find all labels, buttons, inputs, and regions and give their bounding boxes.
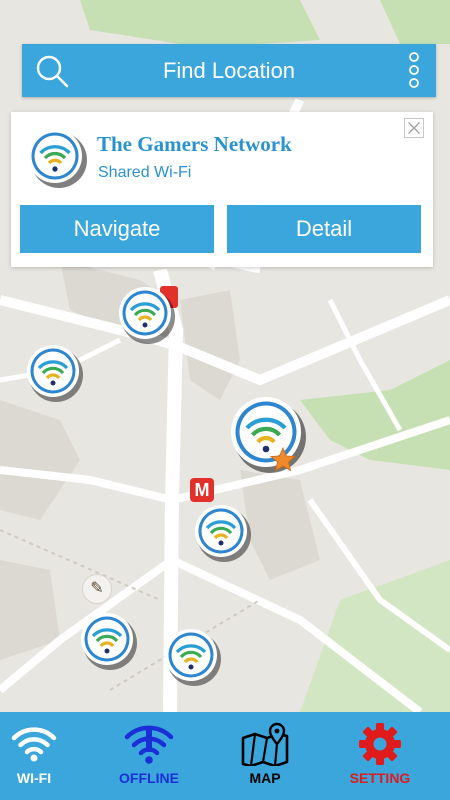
theatre-poi-icon[interactable]: ✎: [82, 574, 112, 604]
navigate-button[interactable]: Navigate: [20, 205, 214, 253]
wifi-network-icon: [28, 129, 87, 188]
nav-item-map[interactable]: MAP: [215, 712, 315, 800]
detail-button[interactable]: Detail: [227, 205, 421, 253]
network-info-popup: The Gamers Network Shared Wi-Fi Navigate…: [11, 112, 433, 267]
metro-poi-icon[interactable]: M: [190, 478, 214, 502]
search-icon[interactable]: [34, 53, 70, 89]
nav-label-offline: OFFLINE: [119, 770, 179, 786]
wifi-marker-2[interactable]: [24, 342, 84, 402]
wifi-marker-selected[interactable]: [226, 392, 310, 476]
wifi-marker-3[interactable]: [192, 502, 252, 562]
close-icon[interactable]: [404, 118, 424, 138]
wifi-offline-icon: [124, 725, 174, 764]
metro-poi-label: M: [194, 480, 210, 500]
network-type: Shared Wi-Fi: [98, 164, 192, 181]
wifi-marker-1[interactable]: [116, 284, 176, 344]
map-view[interactable]: M ✎: [0, 0, 450, 712]
nav-item-offline[interactable]: OFFLINE: [99, 712, 199, 800]
nav-label-map: MAP: [249, 770, 281, 786]
nav-label-setting: SETTING: [349, 770, 411, 786]
nav-label-wifi: WI-FI: [16, 770, 52, 786]
bottom-navigation: WI-FI OFFLINE MAP SETTING: [0, 712, 450, 800]
nav-item-setting[interactable]: SETTING: [330, 712, 430, 800]
more-vertical-icon[interactable]: [406, 50, 422, 90]
page-title: Find Location: [162, 58, 296, 83]
wifi-marker-5[interactable]: [162, 626, 222, 686]
top-search-bar: Find Location: [22, 44, 436, 97]
gear-icon: [359, 723, 401, 765]
wifi-marker-4[interactable]: [78, 610, 138, 670]
nav-item-wifi[interactable]: WI-FI: [0, 712, 84, 800]
wifi-icon: [11, 727, 57, 762]
network-name: The Gamers Network: [97, 132, 292, 156]
map-icon: [241, 722, 289, 766]
